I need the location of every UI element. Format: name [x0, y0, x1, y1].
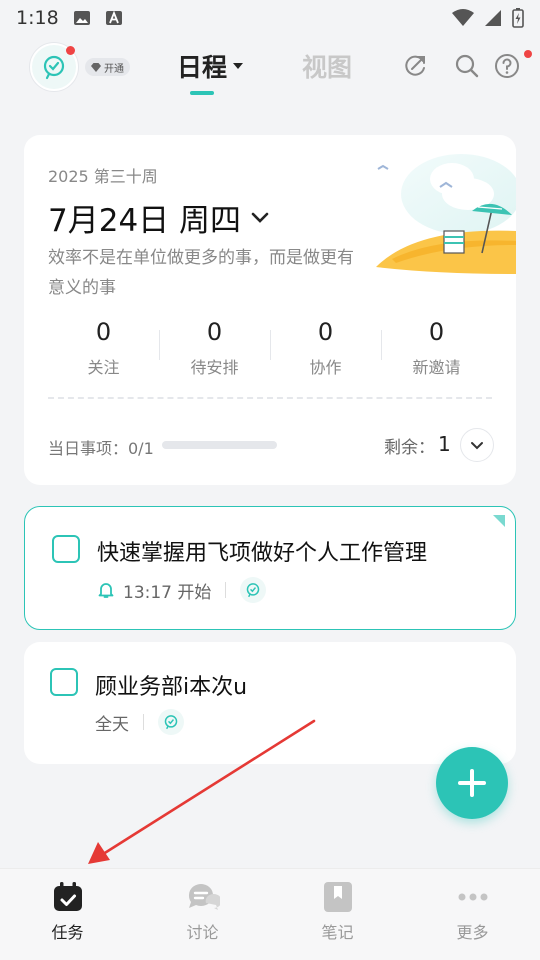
- nav-item-discussion[interactable]: 讨论: [135, 869, 270, 960]
- task-all-day: 全天: [95, 714, 129, 735]
- nav-label: 笔记: [321, 923, 354, 942]
- stat-new-invites[interactable]: 0 新邀请: [381, 318, 492, 388]
- top-header: 开通 日程 视图: [0, 36, 540, 106]
- feixiang-logo-icon: [164, 715, 178, 730]
- sync-icon[interactable]: [402, 53, 428, 79]
- date-selector[interactable]: 7月24日 周四: [48, 195, 269, 240]
- assignee-avatar[interactable]: [240, 577, 267, 603]
- user-avatar[interactable]: [30, 43, 78, 91]
- chat-bubbles-icon: [188, 884, 220, 910]
- caret-down-icon: [233, 63, 244, 69]
- status-bar: 1:18: [0, 0, 540, 36]
- task-title: 快速掌握用飞项做好个人工作管理: [97, 541, 428, 566]
- signal-icon: [485, 10, 501, 26]
- font-icon: [105, 10, 122, 25]
- today-progress-bar: [162, 441, 277, 449]
- vip-label: 开通: [104, 63, 124, 75]
- stat-pending[interactable]: 0 待安排: [159, 318, 270, 388]
- tab-schedule[interactable]: 日程: [177, 48, 244, 84]
- assignee-avatar[interactable]: [158, 709, 184, 735]
- nav-label: 任务: [51, 923, 84, 942]
- plus-icon: [458, 769, 486, 797]
- daily-summary-card: 2025 第三十周 7月24日 周四 效率不是在单位做更多的事，而是做更有意义的…: [24, 135, 516, 485]
- stat-follow[interactable]: 0 关注: [48, 318, 159, 388]
- stat-value: 0: [317, 318, 334, 346]
- bell-icon: [98, 583, 114, 598]
- status-time: 1:18: [16, 7, 59, 29]
- more-dots-icon: [458, 893, 487, 901]
- stat-collaboration[interactable]: 0 协作: [270, 318, 381, 388]
- task-corner-marker: [493, 515, 505, 527]
- task-meta: 13:17 开始: [97, 577, 267, 603]
- nav-label: 更多: [456, 923, 489, 942]
- stat-value: 0: [428, 318, 445, 346]
- task-start-time: 13:17 开始: [123, 582, 212, 603]
- task-card[interactable]: 快速掌握用飞项做好个人工作管理 13:17 开始: [24, 506, 516, 630]
- week-label: 2025 第三十周: [48, 167, 158, 186]
- dashed-divider: [48, 397, 492, 399]
- motto-text: 效率不是在单位做更多的事，而是做更有意义的事: [48, 248, 354, 298]
- task-card[interactable]: 顾业务部i本次u 全天: [24, 642, 516, 764]
- gallery-icon: [73, 11, 90, 25]
- battery-icon: [512, 8, 524, 28]
- stats-row: 0 关注 0 待安排 0 协作 0 新邀请: [48, 318, 492, 388]
- diamond-icon: [91, 62, 101, 72]
- nav-item-notes[interactable]: 笔记: [270, 869, 405, 960]
- calendar-check-icon: [53, 882, 82, 911]
- expand-button[interactable]: [460, 428, 494, 462]
- chevron-down-icon: [251, 212, 269, 223]
- bookmark-icon: [323, 882, 352, 912]
- stat-value: 0: [95, 318, 112, 346]
- beach-illustration: [356, 149, 516, 279]
- nav-item-more[interactable]: 更多: [405, 869, 540, 960]
- feixiang-logo-icon: [43, 55, 65, 80]
- feixiang-logo-icon: [247, 583, 260, 598]
- nav-label: 讨论: [186, 923, 219, 942]
- date-label: 7月24日 周四: [48, 203, 242, 239]
- active-tab-indicator: [190, 91, 214, 95]
- stat-label: 待安排: [190, 358, 239, 377]
- task-checkbox[interactable]: [50, 668, 78, 696]
- tab-view[interactable]: 视图: [302, 48, 352, 84]
- search-icon[interactable]: [454, 53, 480, 79]
- nav-item-tasks[interactable]: 任务: [0, 869, 135, 960]
- vip-badge[interactable]: 开通: [85, 58, 130, 76]
- stat-label: 新邀请: [412, 358, 461, 377]
- chevron-down-icon: [471, 441, 483, 449]
- remaining-label: 剩余：: [384, 438, 435, 458]
- meta-separator: [225, 582, 227, 598]
- notification-dot: [66, 46, 75, 55]
- meta-separator: [143, 714, 144, 730]
- task-checkbox[interactable]: [52, 535, 80, 563]
- tab-schedule-label: 日程: [177, 53, 228, 82]
- task-meta: 全天: [95, 709, 184, 735]
- help-icon[interactable]: [494, 53, 520, 79]
- add-task-button[interactable]: [436, 747, 508, 819]
- help-notification-dot: [524, 50, 532, 58]
- task-title: 顾业务部i本次u: [95, 675, 248, 700]
- stat-label: 协作: [309, 358, 342, 377]
- today-items-label: 当日事项：0/1: [48, 439, 154, 458]
- remaining-count: 1: [438, 432, 451, 456]
- wifi-icon: [452, 9, 474, 26]
- bottom-navigation: 任务 讨论 笔记 更多: [0, 868, 540, 960]
- stat-value: 0: [206, 318, 223, 346]
- stat-label: 关注: [87, 358, 120, 377]
